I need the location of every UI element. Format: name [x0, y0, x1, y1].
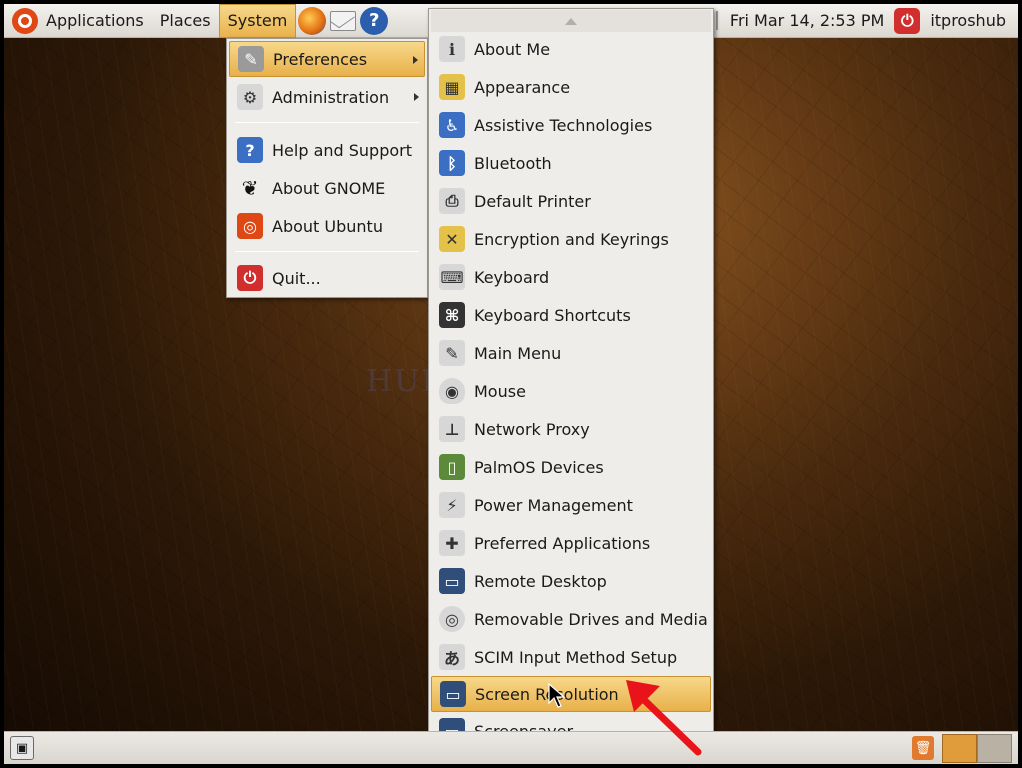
menu-item-label: Power Management — [474, 495, 633, 515]
menu-item-network-proxy[interactable]: ⊥ Network Proxy — [431, 411, 711, 447]
removable-drive-icon: ◎ — [439, 606, 465, 632]
keyrings-icon: ✕ — [439, 226, 465, 252]
menu-item-label: About Me — [474, 39, 551, 59]
palm-device-icon: ▯ — [439, 454, 465, 480]
scroll-up-arrow-icon — [565, 17, 577, 25]
system-menu[interactable]: System — [218, 3, 297, 38]
menu-item-encryption-and-keyrings[interactable]: ✕ Encryption and Keyrings — [431, 221, 711, 257]
preferred-apps-icon: ✚ — [439, 530, 465, 556]
user-switcher[interactable]: itproshub — [930, 11, 1006, 30]
menu-item-remote-desktop[interactable]: ▭ Remote Desktop — [431, 563, 711, 599]
menu-item-about-ubuntu[interactable]: ◎ About Ubuntu — [229, 208, 425, 244]
system-menu-label: System — [227, 11, 288, 30]
about-me-icon: ℹ — [439, 36, 465, 62]
menu-item-keyboard[interactable]: ⌨ Keyboard — [431, 259, 711, 295]
menu-item-label: Encryption and Keyrings — [474, 229, 669, 249]
mouse-icon: ◉ — [439, 378, 465, 404]
menu-item-help-and-support[interactable]: ? Help and Support — [229, 132, 425, 168]
menu-item-label: Screen Resolution — [475, 684, 619, 704]
show-desktop-icon[interactable]: ▣ — [10, 736, 34, 760]
annotation-arrow-icon — [626, 680, 702, 756]
places-menu[interactable]: Places — [152, 4, 219, 38]
network-proxy-icon: ⊥ — [439, 416, 465, 442]
menu-item-label: Default Printer — [474, 191, 591, 211]
remote-desktop-icon: ▭ — [439, 568, 465, 594]
help-icon: ? — [237, 137, 263, 163]
places-menu-label: Places — [159, 11, 211, 30]
firefox-launcher-icon[interactable] — [298, 6, 327, 35]
applications-menu-label: Applications — [46, 11, 144, 30]
printer-icon: ⎙ — [439, 188, 465, 214]
menu-item-about-me[interactable]: ℹ About Me — [431, 31, 711, 67]
menu-item-removable-drives-and-media[interactable]: ◎ Removable Drives and Media — [431, 601, 711, 637]
menu-separator — [235, 251, 419, 252]
preferences-submenu: ℹ About Me ▦ Appearance ♿ Assistive Tech… — [428, 8, 714, 762]
keyboard-icon: ⌨ — [439, 264, 465, 290]
ubuntu-logo-icon — [12, 7, 38, 34]
submenu-arrow-icon — [413, 56, 418, 64]
menu-item-label: Help and Support — [272, 140, 412, 160]
submenu-arrow-icon — [414, 93, 419, 101]
scim-icon: あ — [439, 644, 465, 670]
panel-clock[interactable]: Fri Mar 14, 2:53 PM — [715, 11, 894, 30]
menu-item-label: Remote Desktop — [474, 571, 607, 591]
workspace-1[interactable] — [942, 734, 977, 763]
menu-item-main-menu[interactable]: ✎ Main Menu — [431, 335, 711, 371]
bottom-panel: ▣ 🗑 — [4, 731, 1018, 764]
scroll-up-button[interactable] — [431, 10, 711, 32]
menu-item-label: Quit... — [272, 268, 321, 288]
ubuntu-logo-icon: ◎ — [237, 213, 263, 239]
menu-item-label: Preferences — [273, 49, 368, 69]
menu-item-label: About Ubuntu — [272, 216, 383, 236]
menu-item-label: Appearance — [474, 77, 571, 97]
preferences-icon: ✎ — [238, 46, 264, 72]
menu-item-label: Removable Drives and Media — [474, 609, 708, 629]
system-dropdown-menu: ✎ Preferences ⚙ Administration ? Help an… — [226, 38, 428, 298]
menu-item-about-gnome[interactable]: ❦ About GNOME — [229, 170, 425, 206]
keyboard-shortcuts-icon: ⌘ — [439, 302, 465, 328]
workspace-2[interactable] — [977, 734, 1012, 763]
menu-item-label: Bluetooth — [474, 153, 552, 173]
menu-item-preferred-applications[interactable]: ✚ Preferred Applications — [431, 525, 711, 561]
administration-icon: ⚙ — [237, 84, 263, 110]
menu-separator — [235, 122, 419, 123]
menu-item-power-management[interactable]: ⚡ Power Management — [431, 487, 711, 523]
mouse-cursor-icon — [548, 683, 566, 708]
menu-item-label: Keyboard — [474, 267, 550, 287]
menu-item-preferences[interactable]: ✎ Preferences — [229, 41, 425, 77]
menu-item-label: Assistive Technologies — [474, 115, 653, 135]
menu-item-quit[interactable]: ⏻ Quit... — [229, 260, 425, 296]
menu-item-label: PalmOS Devices — [474, 457, 604, 477]
menu-item-label: SCIM Input Method Setup — [474, 647, 678, 667]
menu-item-label: About GNOME — [272, 178, 386, 198]
appearance-icon: ▦ — [439, 74, 465, 100]
menu-item-label: Keyboard Shortcuts — [474, 305, 631, 325]
gnome-foot-icon: ❦ — [241, 176, 259, 200]
menu-item-palmos-devices[interactable]: ▯ PalmOS Devices — [431, 449, 711, 485]
menu-item-label: Preferred Applications — [474, 533, 651, 553]
menu-item-scim-input-method-setup[interactable]: あ SCIM Input Method Setup — [431, 639, 711, 675]
power-management-icon: ⚡ — [439, 492, 465, 518]
menu-item-default-printer[interactable]: ⎙ Default Printer — [431, 183, 711, 219]
menu-item-bluetooth[interactable]: ᛒ Bluetooth — [431, 145, 711, 181]
power-icon: ⏻ — [237, 265, 263, 291]
trash-icon[interactable]: 🗑 — [912, 736, 934, 760]
accessibility-icon: ♿ — [439, 112, 465, 138]
help-launcher-icon[interactable]: ? — [360, 6, 389, 35]
menu-item-keyboard-shortcuts[interactable]: ⌘ Keyboard Shortcuts — [431, 297, 711, 333]
menu-item-administration[interactable]: ⚙ Administration — [229, 79, 425, 115]
mail-launcher-icon[interactable] — [330, 10, 357, 31]
menu-item-label: Administration — [272, 87, 390, 107]
applications-menu[interactable]: Applications — [4, 4, 152, 38]
menu-item-label: Main Menu — [474, 343, 562, 363]
menu-item-label: Mouse — [474, 381, 526, 401]
main-menu-icon: ✎ — [439, 340, 465, 366]
bluetooth-icon: ᛒ — [439, 150, 465, 176]
menu-item-mouse[interactable]: ◉ Mouse — [431, 373, 711, 409]
menu-item-label: Network Proxy — [474, 419, 590, 439]
menu-item-appearance[interactable]: ▦ Appearance — [431, 69, 711, 105]
screen-resolution-icon: ▭ — [440, 681, 466, 707]
menu-item-assistive-technologies[interactable]: ♿ Assistive Technologies — [431, 107, 711, 143]
power-icon[interactable]: ⏻ — [894, 7, 921, 34]
